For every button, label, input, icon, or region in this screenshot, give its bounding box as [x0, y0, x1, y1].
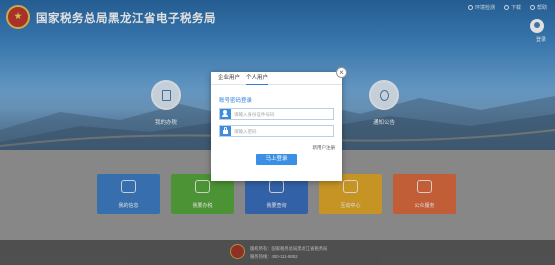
- account-input[interactable]: [234, 109, 332, 119]
- register-link[interactable]: 新用户注册: [313, 145, 336, 151]
- account-field[interactable]: [219, 108, 334, 120]
- user-icon: [220, 109, 231, 119]
- password-input[interactable]: [234, 126, 332, 136]
- close-icon[interactable]: ×: [336, 67, 347, 78]
- login-method-title: 账号密码登录: [219, 98, 253, 104]
- login-tabs: 企业用户 个人用户: [211, 72, 342, 85]
- tab-enterprise-user[interactable]: 企业用户: [218, 74, 240, 85]
- password-field[interactable]: [219, 125, 334, 137]
- login-dialog: 企业用户 个人用户 账号密码登录 新用户注册 马上登录: [211, 72, 342, 181]
- tab-personal-user[interactable]: 个人用户: [246, 74, 269, 85]
- lock-icon: [220, 126, 231, 136]
- login-submit-button[interactable]: 马上登录: [256, 154, 297, 165]
